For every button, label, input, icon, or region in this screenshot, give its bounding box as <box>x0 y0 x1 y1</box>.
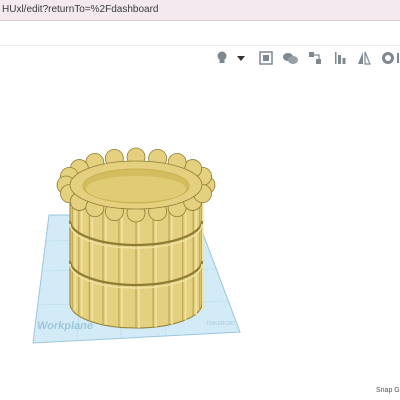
scalloped-cylinder-pot <box>56 147 216 329</box>
cruise-icon[interactable] <box>380 50 396 66</box>
url-text[interactable]: HUxl/edit?returnTo=%2Fdashboard <box>2 4 158 15</box>
workplane-label: Workplane <box>36 320 94 332</box>
mirror-icon[interactable] <box>356 50 372 66</box>
pot-interior-floor <box>86 176 186 202</box>
overflow-icon[interactable] <box>396 50 400 66</box>
app-tab-strip <box>0 21 400 45</box>
group-icon[interactable] <box>258 50 274 66</box>
dropdown-arrow-icon[interactable] <box>236 50 246 66</box>
3d-viewport[interactable]: Workplane TINKERCAD Snap G <box>0 71 400 400</box>
snap-grid-label[interactable]: Snap G <box>376 387 400 394</box>
flip-icon[interactable] <box>332 50 348 66</box>
align-icon[interactable] <box>307 50 323 66</box>
browser-address-bar[interactable]: HUxl/edit?returnTo=%2Fdashboard <box>0 0 400 21</box>
ungroup-icon[interactable] <box>282 50 298 66</box>
edit-toolbar <box>0 45 400 72</box>
workplane-watermark: TINKERCAD <box>206 321 235 327</box>
lightbulb-icon[interactable] <box>214 50 230 66</box>
